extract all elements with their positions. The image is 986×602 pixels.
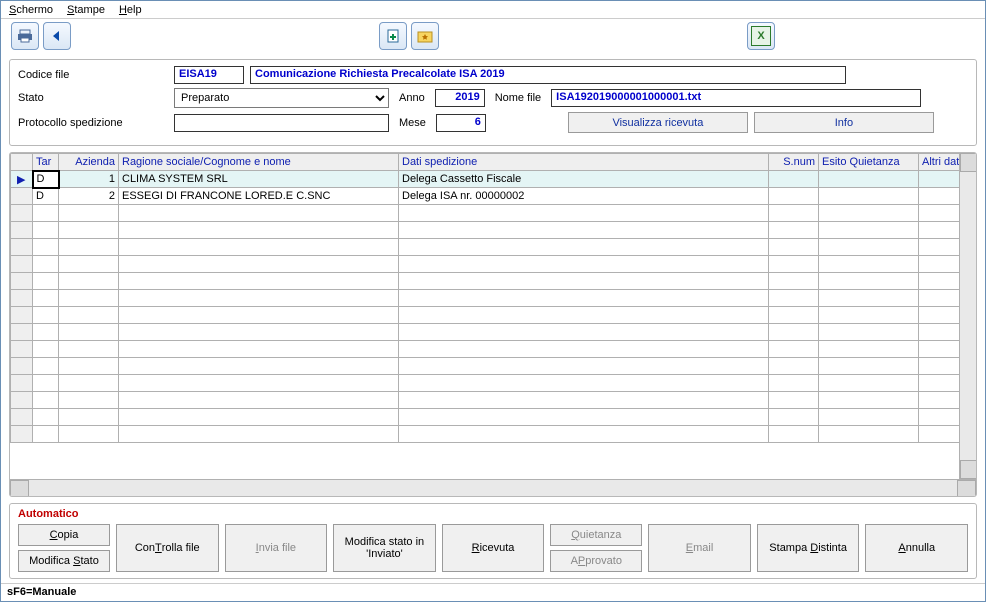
table-row[interactable] — [11, 426, 960, 443]
email-button[interactable]: Email — [648, 524, 751, 572]
col-azienda[interactable]: Azienda — [59, 154, 119, 171]
table-row[interactable] — [11, 222, 960, 239]
cell-snum[interactable] — [769, 171, 819, 188]
toolbar-print-button[interactable] — [11, 22, 39, 50]
toolbar-back-button[interactable] — [43, 22, 71, 50]
copia-button[interactable]: Copia — [18, 524, 110, 546]
table-row[interactable] — [11, 409, 960, 426]
row-marker: ▶ — [11, 171, 33, 188]
bottom-panel: Automatico Copia Modifica Stato ConTroll… — [9, 503, 977, 579]
table-row[interactable] — [11, 307, 960, 324]
ricevuta-button[interactable]: Ricevuta — [442, 524, 545, 572]
mese-value: 6 — [436, 114, 486, 132]
printer-icon — [17, 28, 33, 44]
cell-altri[interactable] — [919, 188, 960, 205]
info-button[interactable]: Info — [754, 112, 934, 133]
table-row[interactable]: ▶ D 1 CLIMA SYSTEM SRL Delega Cassetto F… — [11, 171, 960, 188]
cell-ragione[interactable]: CLIMA SYSTEM SRL — [119, 171, 399, 188]
descrizione-value: Comunicazione Richiesta Precalcolate ISA… — [250, 66, 846, 84]
modifica-stato-button[interactable]: Modifica Stato — [18, 550, 110, 572]
stato-combo[interactable]: Preparato — [174, 88, 389, 108]
header-panel: Codice file EISA19 Comunicazione Richies… — [9, 59, 977, 146]
grid-header-row: Tar Azienda Ragione sociale/Cognome e no… — [11, 154, 960, 171]
arrow-left-icon — [49, 28, 65, 44]
cell-dati[interactable]: Delega ISA nr. 00000002 — [399, 188, 769, 205]
cell-azienda[interactable]: 1 — [59, 171, 119, 188]
annulla-button[interactable]: Annulla — [865, 524, 968, 572]
protocollo-input[interactable] — [174, 114, 389, 132]
row-marker — [11, 188, 33, 205]
data-grid[interactable]: Tar Azienda Ragione sociale/Cognome e no… — [10, 153, 959, 479]
toolbar-star-button[interactable] — [411, 22, 439, 50]
col-dati[interactable]: Dati spedizione — [399, 154, 769, 171]
menubar: Schermo Stampe Help — [1, 1, 985, 19]
table-row[interactable] — [11, 358, 960, 375]
col-ragione[interactable]: Ragione sociale/Cognome e nome — [119, 154, 399, 171]
table-row[interactable] — [11, 341, 960, 358]
cell-tar[interactable]: D — [33, 188, 59, 205]
cell-ragione[interactable]: ESSEGI DI FRANCONE LORED.E C.SNC — [119, 188, 399, 205]
star-folder-icon — [417, 28, 433, 44]
nomefile-label: Nome file — [491, 92, 545, 104]
table-row[interactable] — [11, 256, 960, 273]
cell-azienda[interactable]: 2 — [59, 188, 119, 205]
col-altri[interactable]: Altri dati spediz — [919, 154, 960, 171]
approvato-button[interactable]: APprovato — [550, 550, 642, 572]
table-row[interactable] — [11, 324, 960, 341]
menu-stampe[interactable]: Stampe — [67, 4, 105, 16]
modifica-stato-inviato-button[interactable]: Modifica stato in 'Inviato' — [333, 524, 436, 572]
table-row[interactable] — [11, 290, 960, 307]
cell-tar[interactable]: D — [33, 171, 59, 188]
protocollo-label: Protocollo spedizione — [18, 117, 168, 129]
cell-dati[interactable]: Delega Cassetto Fiscale — [399, 171, 769, 188]
grid-panel: Tar Azienda Ragione sociale/Cognome e no… — [9, 152, 977, 497]
toolbar-doc-plus-button[interactable] — [379, 22, 407, 50]
stato-label: Stato — [18, 92, 168, 104]
table-row[interactable] — [11, 239, 960, 256]
mese-label: Mese — [395, 117, 430, 129]
col-esito[interactable]: Esito Quietanza — [819, 154, 919, 171]
quietanza-button[interactable]: Quietanza — [550, 524, 642, 546]
table-row[interactable] — [11, 375, 960, 392]
anno-label: Anno — [395, 92, 429, 104]
col-tar[interactable]: Tar — [33, 154, 59, 171]
document-plus-icon — [385, 28, 401, 44]
col-marker[interactable] — [11, 154, 33, 171]
menu-help[interactable]: Help — [119, 4, 142, 16]
automatico-label: Automatico — [18, 508, 968, 520]
anno-value: 2019 — [435, 89, 485, 107]
codice-file-label: Codice file — [18, 69, 168, 81]
controlla-file-button[interactable]: ConTrolla file — [116, 524, 219, 572]
cell-esito[interactable] — [819, 188, 919, 205]
stampa-distinta-button[interactable]: Stampa Distinta — [757, 524, 860, 572]
cell-altri[interactable] — [919, 171, 960, 188]
table-row[interactable] — [11, 273, 960, 290]
horizontal-scrollbar[interactable] — [10, 479, 976, 496]
invia-file-button[interactable]: Invia file — [225, 524, 328, 572]
table-row[interactable] — [11, 392, 960, 409]
vertical-scrollbar[interactable] — [959, 153, 976, 479]
status-bar: sF6=Manuale — [1, 583, 985, 601]
cell-snum[interactable] — [769, 188, 819, 205]
cell-esito[interactable] — [819, 171, 919, 188]
toolbar-excel-button[interactable]: X — [747, 22, 775, 50]
excel-icon: X — [751, 26, 771, 46]
col-snum[interactable]: S.num — [769, 154, 819, 171]
table-row[interactable] — [11, 205, 960, 222]
nomefile-value: ISA192019000001000001.txt — [551, 89, 921, 107]
visualizza-ricevuta-button[interactable]: Visualizza ricevuta — [568, 112, 748, 133]
menu-schermo[interactable]: Schermo — [9, 4, 53, 16]
toolbar: X — [1, 19, 985, 53]
codice-file-value: EISA19 — [174, 66, 244, 84]
table-row[interactable]: D 2 ESSEGI DI FRANCONE LORED.E C.SNC Del… — [11, 188, 960, 205]
